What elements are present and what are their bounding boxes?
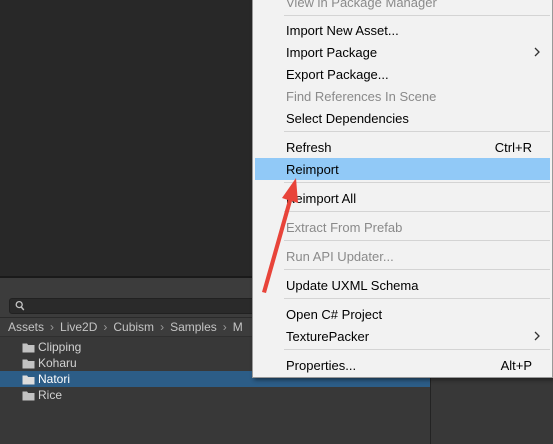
menu-item-label: Export Package... <box>286 66 389 82</box>
menu-separator <box>284 211 550 212</box>
menu-item-label: Find References In Scene <box>286 88 437 104</box>
folder-item-rice[interactable]: Rice <box>0 387 430 403</box>
menu-item-import-package[interactable]: Import Package <box>255 41 550 63</box>
menu-item-open-csharp-project[interactable]: Open C# Project <box>255 303 550 325</box>
menu-separator <box>284 269 550 270</box>
menu-item-export-package[interactable]: Export Package... <box>255 63 550 85</box>
folder-label: Natori <box>38 372 71 386</box>
context-menu: View in Package Manager Import New Asset… <box>252 0 553 378</box>
folder-icon <box>22 359 35 368</box>
folder-label: Clipping <box>38 340 82 354</box>
folder-icon <box>22 343 35 352</box>
menu-item-label: Update UXML Schema <box>286 277 419 293</box>
menu-separator <box>284 240 550 241</box>
chevron-right-icon: › <box>160 320 165 334</box>
menu-item-label: Open C# Project <box>286 306 383 322</box>
search-icon <box>15 300 25 311</box>
menu-item-reimport-all[interactable]: Reimport All <box>255 187 550 209</box>
breadcrumb-cubism[interactable]: Cubism <box>113 320 154 334</box>
menu-separator <box>284 298 550 299</box>
search-input[interactable] <box>9 298 269 314</box>
breadcrumb-current[interactable]: M <box>233 320 243 334</box>
menu-item-view-in-package-manager: View in Package Manager <box>255 0 550 13</box>
folder-icon <box>22 375 35 384</box>
chevron-right-icon <box>534 47 540 57</box>
menu-separator <box>284 131 550 132</box>
shortcut-label: Alt+P <box>500 357 532 373</box>
menu-item-find-references-in-scene: Find References In Scene <box>255 85 550 107</box>
menu-separator <box>284 15 550 16</box>
shortcut-label: Ctrl+R <box>494 139 532 155</box>
menu-item-update-uxml-schema[interactable]: Update UXML Schema <box>255 274 550 296</box>
menu-item-refresh[interactable]: Refresh Ctrl+R <box>255 136 550 158</box>
chevron-right-icon: › <box>50 320 55 334</box>
chevron-right-icon: › <box>222 320 227 334</box>
menu-item-label: Reimport <box>286 161 339 177</box>
breadcrumb-samples[interactable]: Samples <box>170 320 217 334</box>
chevron-right-icon: › <box>103 320 108 334</box>
menu-item-label: Properties... <box>286 357 357 373</box>
menu-separator <box>284 182 550 183</box>
menu-item-label: Select Dependencies <box>286 110 409 126</box>
menu-item-properties[interactable]: Properties... Alt+P <box>255 354 550 376</box>
menu-item-label: Reimport All <box>286 190 357 206</box>
menu-item-label: Refresh <box>286 139 332 155</box>
menu-item-extract-from-prefab: Extract From Prefab <box>255 216 550 238</box>
menu-item-label: TexturePacker <box>286 328 370 344</box>
menu-item-label: Import New Asset... <box>286 22 399 38</box>
menu-item-label: Extract From Prefab <box>286 219 403 235</box>
breadcrumb-assets[interactable]: Assets <box>8 320 44 334</box>
menu-item-label: Run API Updater... <box>286 248 394 264</box>
menu-item-run-api-updater: Run API Updater... <box>255 245 550 267</box>
menu-item-select-dependencies[interactable]: Select Dependencies <box>255 107 550 129</box>
folder-label: Koharu <box>38 356 77 370</box>
folder-icon <box>22 391 35 400</box>
menu-item-texturepacker[interactable]: TexturePacker <box>255 325 550 347</box>
menu-item-import-new-asset[interactable]: Import New Asset... <box>255 19 550 41</box>
breadcrumb-live2d[interactable]: Live2D <box>60 320 97 334</box>
menu-item-label: View in Package Manager <box>286 0 437 10</box>
menu-separator <box>284 349 550 350</box>
menu-item-label: Import Package <box>286 44 378 60</box>
menu-item-reimport[interactable]: Reimport <box>255 158 550 180</box>
folder-label: Rice <box>38 388 63 402</box>
chevron-right-icon <box>534 331 540 341</box>
